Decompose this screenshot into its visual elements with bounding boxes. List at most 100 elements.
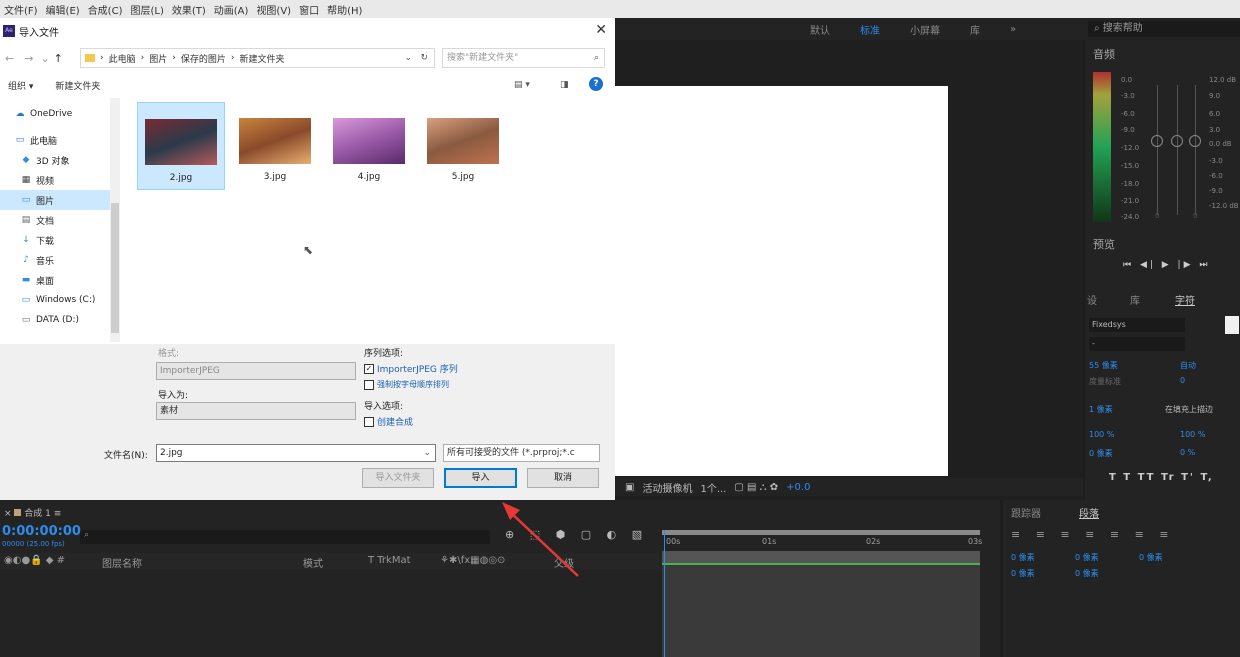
exposure-value[interactable]: +0.0: [786, 482, 810, 493]
column-mode[interactable]: 模式: [303, 555, 323, 570]
workspace-more-icon[interactable]: »: [1010, 24, 1016, 35]
file-item[interactable]: 2.jpg: [137, 102, 225, 190]
column-trkmat[interactable]: T TrkMat: [368, 555, 411, 566]
close-icon[interactable]: ✕: [595, 22, 607, 38]
work-area-bar[interactable]: [662, 530, 980, 535]
audio-slider-knob[interactable]: [1189, 135, 1201, 147]
leading-value[interactable]: 自动: [1180, 360, 1196, 371]
playhead[interactable]: [664, 530, 665, 657]
nav-scrollbar-thumb[interactable]: [111, 203, 119, 333]
search-icon[interactable]: ⌕: [594, 49, 599, 67]
kerning-value[interactable]: 度量标准: [1089, 376, 1121, 387]
help-icon[interactable]: ?: [589, 77, 603, 91]
file-item[interactable]: 3.jpg: [231, 102, 319, 190]
new-folder-button[interactable]: 新建文件夹: [55, 79, 100, 92]
organize-button[interactable]: 组织 ▾: [8, 79, 33, 92]
nav-item-windows-c[interactable]: ▭ Windows (C:): [0, 290, 120, 310]
timeline-track-area[interactable]: [662, 551, 980, 657]
tracking-value[interactable]: 0: [1180, 376, 1185, 385]
back-icon[interactable]: ←: [5, 52, 14, 65]
dialog-titlebar[interactable]: Ae 导入文件 ✕: [0, 18, 615, 44]
fill-color-swatch[interactable]: [1225, 316, 1239, 334]
import-button[interactable]: 导入: [444, 468, 517, 488]
workspace-default[interactable]: 默认: [810, 22, 830, 37]
indent-left-value[interactable]: 0 像素: [1011, 552, 1035, 563]
folder-search-input[interactable]: 搜索"新建文件夹" ⌕: [442, 48, 605, 68]
tab-paragraph[interactable]: 段落: [1079, 505, 1099, 520]
timeline-search-input[interactable]: ⌕: [80, 530, 490, 544]
nav-item-this-pc[interactable]: ▭ 此电脑: [0, 130, 120, 150]
refresh-icon[interactable]: ↻: [420, 53, 428, 63]
menu-composition[interactable]: 合成(C): [88, 2, 123, 17]
chevron-down-icon[interactable]: ⌄: [404, 53, 412, 63]
font-style-dropdown[interactable]: -: [1089, 337, 1185, 351]
indent-first-value[interactable]: 0 像素: [1139, 552, 1163, 563]
menu-effect[interactable]: 效果(T): [172, 2, 206, 17]
breadcrumb-item[interactable]: 此电脑: [109, 52, 136, 65]
tab-character[interactable]: 字符: [1175, 292, 1195, 307]
nav-item-videos[interactable]: ▦ 视频: [0, 170, 120, 190]
region-icon[interactable]: ▣: [625, 482, 634, 493]
views-dropdown[interactable]: 1个...: [700, 480, 726, 495]
nav-item-music[interactable]: ♪ 音乐: [0, 250, 120, 270]
menu-file[interactable]: 文件(F): [4, 2, 38, 17]
indent-right-value[interactable]: 0 像素: [1075, 552, 1099, 563]
tsume-value[interactable]: 0 %: [1180, 448, 1195, 457]
tab-tracker[interactable]: 跟踪器: [1011, 505, 1041, 520]
composition-canvas[interactable]: [615, 86, 948, 476]
breadcrumb-item[interactable]: 图片: [149, 52, 167, 65]
import-folder-button[interactable]: 导入文件夹: [362, 468, 434, 488]
file-type-filter[interactable]: 所有可接受的文件 (*.prproj;*.c: [443, 444, 600, 462]
menu-icon[interactable]: ≡: [54, 509, 62, 519]
vertical-scale-value[interactable]: 100 %: [1089, 430, 1114, 439]
forward-icon[interactable]: →: [24, 52, 33, 65]
tab-settings[interactable]: 设: [1087, 292, 1097, 307]
workspace-library[interactable]: 库: [970, 22, 980, 37]
close-icon[interactable]: ×: [4, 509, 12, 519]
importer-sequence-checkbox[interactable]: ✓ ImporterJPEG 序列: [364, 362, 458, 375]
view-options-icon[interactable]: ▤ ▾: [514, 80, 530, 90]
file-item[interactable]: 5.jpg: [419, 102, 507, 190]
format-dropdown[interactable]: ImporterJPEG: [156, 362, 356, 380]
menu-edit[interactable]: 编辑(E): [46, 2, 80, 17]
address-bar[interactable]: › 此电脑 › 图片 › 保存的图片 › 新建文件夹 ⌄ ↻: [80, 48, 435, 68]
timeline-tab[interactable]: × 合成 1 ≡: [4, 506, 61, 519]
menu-view[interactable]: 视图(V): [256, 2, 291, 17]
chevron-down-icon[interactable]: ⌄: [423, 445, 431, 461]
nav-item-data-d[interactable]: ▭ DATA (D:): [0, 310, 120, 330]
stroke-type-dropdown[interactable]: 在填充上描边: [1165, 404, 1213, 415]
file-item[interactable]: 4.jpg: [325, 102, 413, 190]
workspace-small-screen[interactable]: 小屏幕: [910, 22, 940, 37]
tab-library[interactable]: 库: [1130, 292, 1140, 307]
space-after-value[interactable]: 0 像素: [1075, 568, 1099, 579]
audio-slider-knob[interactable]: [1171, 135, 1183, 147]
chevron-down-icon[interactable]: ⌄: [40, 52, 49, 65]
import-as-dropdown[interactable]: 素材: [156, 402, 356, 420]
preview-pane-icon[interactable]: ◨: [560, 80, 569, 90]
font-family-dropdown[interactable]: Fixedsys: [1089, 318, 1185, 332]
breadcrumb-item[interactable]: 保存的图片: [181, 52, 226, 65]
audio-slider-knob[interactable]: [1151, 135, 1163, 147]
menu-layer[interactable]: 图层(L): [130, 2, 163, 17]
menu-window[interactable]: 窗口: [299, 2, 319, 17]
nav-item-pictures[interactable]: ▭ 图片: [0, 190, 120, 210]
space-before-value[interactable]: 0 像素: [1011, 568, 1035, 579]
column-layer-name[interactable]: 图层名称: [102, 555, 142, 570]
nav-item-downloads[interactable]: ↓ 下载: [0, 230, 120, 250]
stroke-width-value[interactable]: 1 像素: [1089, 404, 1113, 415]
filename-input[interactable]: 2.jpg ⌄: [156, 444, 436, 462]
viewer-tools-icon[interactable]: ▢ ▤ ⛬ ✿: [734, 482, 778, 493]
create-comp-checkbox[interactable]: 创建合成: [364, 415, 413, 428]
workspace-standard[interactable]: 标准: [860, 22, 880, 37]
search-help-input[interactable]: ⌕ 搜索帮助: [1088, 21, 1240, 37]
menu-animation[interactable]: 动画(A): [214, 2, 249, 17]
faux-style-buttons[interactable]: T T TT Tr T' T,: [1109, 472, 1214, 483]
camera-dropdown[interactable]: 活动摄像机: [642, 480, 692, 495]
layer-duration-bar[interactable]: [662, 551, 980, 565]
font-size-value[interactable]: 55 像素: [1089, 360, 1118, 371]
cancel-button[interactable]: 取消: [527, 468, 599, 488]
baseline-shift-value[interactable]: 0 像素: [1089, 448, 1113, 459]
nav-item-documents[interactable]: ▤ 文档: [0, 210, 120, 230]
nav-item-desktop[interactable]: ▬ 桌面: [0, 270, 120, 290]
breadcrumb-item[interactable]: 新建文件夹: [239, 52, 284, 65]
